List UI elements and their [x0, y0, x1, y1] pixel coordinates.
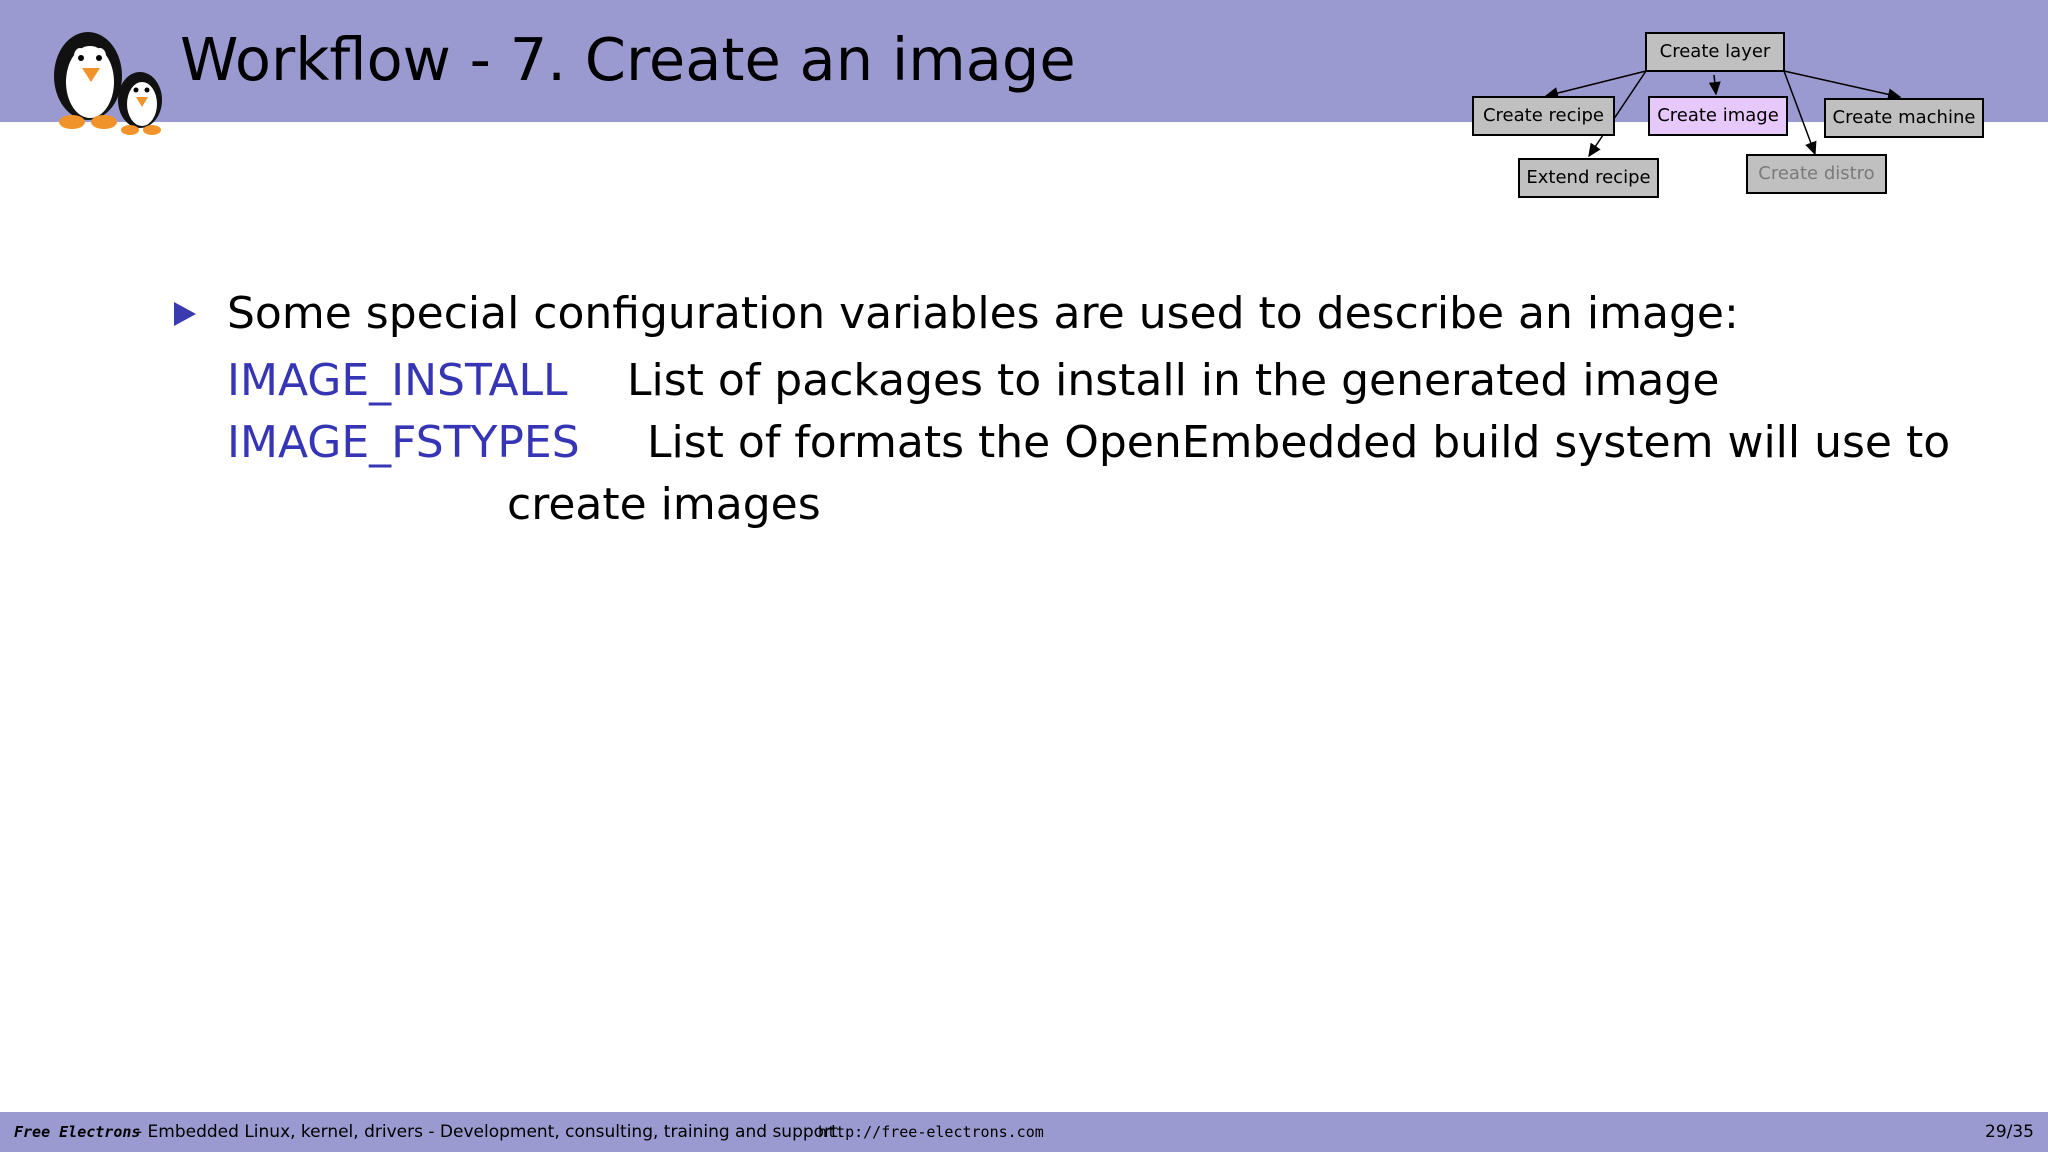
definition-list: IMAGE_INSTALL List of packages to instal… — [174, 350, 1974, 536]
workflow-create-machine: Create machine — [1824, 98, 1984, 138]
workflow-create-image: Create image — [1648, 96, 1788, 136]
slide-content: Some special configuration variables are… — [174, 282, 1974, 536]
footer-url-link[interactable]: http://free-electrons.com — [818, 1112, 1044, 1152]
penguin-logo-icon — [54, 32, 162, 135]
footer-page-number: 29/35 — [1985, 1122, 2034, 1142]
bullet-item: Some special configuration variables are… — [174, 282, 1974, 346]
definition-item: IMAGE_FSTYPES List of formats the OpenEm… — [227, 412, 1974, 536]
definition-item: IMAGE_INSTALL List of packages to instal… — [227, 350, 1974, 412]
bullet-text: Some special configuration variables are… — [227, 288, 1739, 339]
definition-term: IMAGE_INSTALL — [227, 355, 568, 406]
definition-term: IMAGE_FSTYPES — [227, 417, 580, 468]
slide: Workflow - 7. Create an image Create lay… — [0, 0, 2048, 1152]
footer-brand: Free Electrons — [14, 1123, 141, 1141]
workflow-extend-recipe: Extend recipe — [1518, 158, 1659, 198]
definition-description-continued: create images — [507, 479, 821, 530]
slide-title: Workflow - 7. Create an image — [180, 25, 1076, 94]
footer-bar: Free Electrons - Embedded Linux, kernel,… — [0, 1112, 2048, 1152]
workflow-create-layer: Create layer — [1645, 32, 1785, 72]
workflow-create-recipe: Create recipe — [1472, 96, 1615, 136]
workflow-create-distro: Create distro — [1746, 154, 1887, 194]
bullet-triangle-icon — [174, 302, 196, 326]
workflow-diagram: Create layer Create recipe Create image … — [1460, 26, 2000, 206]
footer-tagline: - Embedded Linux, kernel, drivers - Deve… — [136, 1122, 844, 1142]
